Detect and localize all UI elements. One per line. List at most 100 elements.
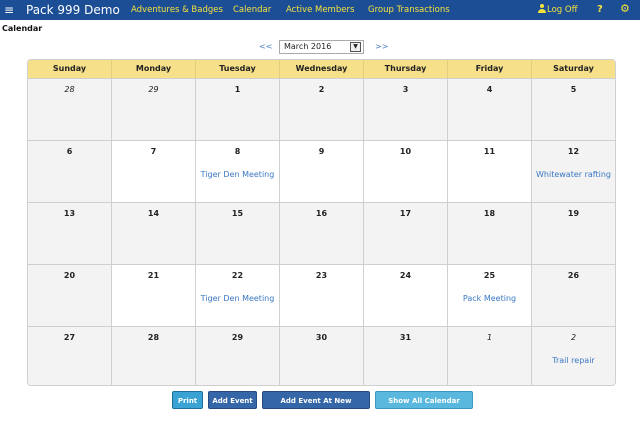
weekday-monday: Monday <box>111 60 195 78</box>
day-number: 1 <box>486 333 493 342</box>
calendar-day-cell[interactable]: 22 Tiger Den Meeting <box>195 265 279 326</box>
help-icon[interactable]: ? <box>597 3 603 17</box>
log-off-link[interactable]: Log Off <box>537 3 577 17</box>
calendar-day-cell[interactable]: 15 <box>195 203 279 264</box>
calendar-day-cell[interactable]: 8 Tiger Den Meeting <box>195 141 279 202</box>
weekday-friday: Friday <box>447 60 531 78</box>
user-icon <box>537 4 546 13</box>
day-number: 14 <box>147 209 160 218</box>
day-number: 30 <box>315 333 328 342</box>
show-all-calendar-items-button[interactable]: Show All Calendar Items <box>375 391 473 423</box>
nav-active-members[interactable]: Active Members <box>286 3 354 17</box>
calendar-body: 28 29 1 2 3 4 5 6 7 8 Tiger Den Meeting 9 10 11 12 Whit… <box>28 79 615 385</box>
day-number: 20 <box>63 271 76 280</box>
day-number: 23 <box>315 271 328 280</box>
prev-month-link[interactable]: << <box>259 42 272 51</box>
day-number: 24 <box>399 271 412 280</box>
calendar-day-cell[interactable]: 9 <box>279 141 363 202</box>
day-number: 13 <box>63 209 76 218</box>
calendar-day-cell[interactable]: 2 <box>279 79 363 140</box>
day-number: 7 <box>150 147 157 156</box>
calendar-day-cell[interactable]: 3 <box>363 79 447 140</box>
day-number: 17 <box>399 209 412 218</box>
day-number: 11 <box>483 147 496 156</box>
calendar-day-cell[interactable]: 6 <box>28 141 111 202</box>
day-number: 9 <box>318 147 325 156</box>
day-number: 28 <box>147 333 160 342</box>
nav-group-transactions[interactable]: Group Transactions <box>368 3 450 17</box>
nav-adventures-badges[interactable]: Adventures & Badges <box>131 3 223 17</box>
calendar-day-cell[interactable]: 16 <box>279 203 363 264</box>
day-number: 29 <box>148 85 159 94</box>
day-number: 22 <box>231 271 244 280</box>
calendar-day-cell[interactable]: 2 Trail repair <box>531 327 615 385</box>
calendar-day-cell[interactable]: 30 <box>279 327 363 385</box>
calendar-day-cell[interactable]: 28 <box>111 327 195 385</box>
add-event-new-location-button[interactable]: Add Event At New Location <box>262 391 370 423</box>
weekday-tuesday: Tuesday <box>195 60 279 78</box>
calendar-day-cell[interactable]: 28 <box>28 79 111 140</box>
weekday-thursday: Thursday <box>363 60 447 78</box>
calendar-event-link[interactable]: Tiger Den Meeting <box>196 170 279 179</box>
calendar-event-link[interactable]: Pack Meeting <box>448 294 531 303</box>
calendar-day-cell[interactable]: 27 <box>28 327 111 385</box>
next-month-link[interactable]: >> <box>375 42 388 51</box>
calendar-day-cell[interactable]: 25 Pack Meeting <box>447 265 531 326</box>
calendar-day-cell[interactable]: 29 <box>195 327 279 385</box>
calendar-day-cell[interactable]: 29 <box>111 79 195 140</box>
page-title: Calendar <box>2 24 43 33</box>
calendar-day-cell[interactable]: 26 <box>531 265 615 326</box>
day-number: 3 <box>402 85 409 94</box>
day-number: 25 <box>483 271 496 280</box>
day-number: 26 <box>567 271 580 280</box>
calendar-day-cell[interactable]: 11 <box>447 141 531 202</box>
day-number: 15 <box>231 209 244 218</box>
print-button[interactable]: Print <box>172 391 203 409</box>
day-number: 16 <box>315 209 328 218</box>
calendar-event-link[interactable]: Whitewater rafting <box>532 170 615 179</box>
calendar-day-cell[interactable]: 4 <box>447 79 531 140</box>
month-select[interactable]: March 2016 ▼ <box>279 40 364 54</box>
calendar-week-row: 20 21 22 Tiger Den Meeting 23 24 25 Pack Meetin… <box>28 264 615 326</box>
log-off-label: Log Off <box>547 5 578 15</box>
calendar-week-row: 13 14 15 16 17 18 19 <box>28 202 615 264</box>
day-number: 29 <box>231 333 244 342</box>
add-event-button[interactable]: Add Event <box>208 391 257 409</box>
day-number: 18 <box>483 209 496 218</box>
calendar-day-cell[interactable]: 31 <box>363 327 447 385</box>
day-number: 10 <box>399 147 412 156</box>
calendar-day-cell[interactable]: 12 Whitewater rafting <box>531 141 615 202</box>
calendar-day-cell[interactable]: 1 <box>195 79 279 140</box>
hamburger-icon[interactable]: ≡ <box>4 2 14 18</box>
calendar-day-cell[interactable]: 7 <box>111 141 195 202</box>
month-select-value: March 2016 <box>284 42 332 51</box>
calendar-day-cell[interactable]: 17 <box>363 203 447 264</box>
brand-title[interactable]: Pack 999 Demo <box>26 2 120 18</box>
calendar-event-link[interactable]: Trail repair <box>532 356 615 365</box>
calendar-grid: Sunday Monday Tuesday Wednesday Thursday… <box>27 59 616 386</box>
day-number: 6 <box>66 147 73 156</box>
calendar-day-cell[interactable]: 19 <box>531 203 615 264</box>
calendar-day-cell[interactable]: 14 <box>111 203 195 264</box>
calendar-day-cell[interactable]: 1 <box>447 327 531 385</box>
day-number: 21 <box>147 271 160 280</box>
chevron-down-icon[interactable]: ▼ <box>350 42 361 52</box>
day-number: 1 <box>234 85 241 94</box>
calendar-day-cell[interactable]: 5 <box>531 79 615 140</box>
day-number: 2 <box>318 85 325 94</box>
calendar-day-cell[interactable]: 24 <box>363 265 447 326</box>
weekday-wednesday: Wednesday <box>279 60 363 78</box>
calendar-day-cell[interactable]: 23 <box>279 265 363 326</box>
calendar-day-cell[interactable]: 21 <box>111 265 195 326</box>
gear-icon[interactable]: ⚙ <box>620 2 630 16</box>
calendar-day-cell[interactable]: 10 <box>363 141 447 202</box>
weekday-header: Sunday Monday Tuesday Wednesday Thursday… <box>28 60 615 79</box>
calendar-event-link[interactable]: Tiger Den Meeting <box>196 294 279 303</box>
calendar-day-cell[interactable]: 20 <box>28 265 111 326</box>
nav-calendar[interactable]: Calendar <box>233 3 271 17</box>
calendar-day-cell[interactable]: 18 <box>447 203 531 264</box>
calendar-day-cell[interactable]: 13 <box>28 203 111 264</box>
weekday-sunday: Sunday <box>52 64 87 73</box>
day-number: 27 <box>63 333 76 342</box>
weekday-saturday: Saturday <box>531 60 615 78</box>
